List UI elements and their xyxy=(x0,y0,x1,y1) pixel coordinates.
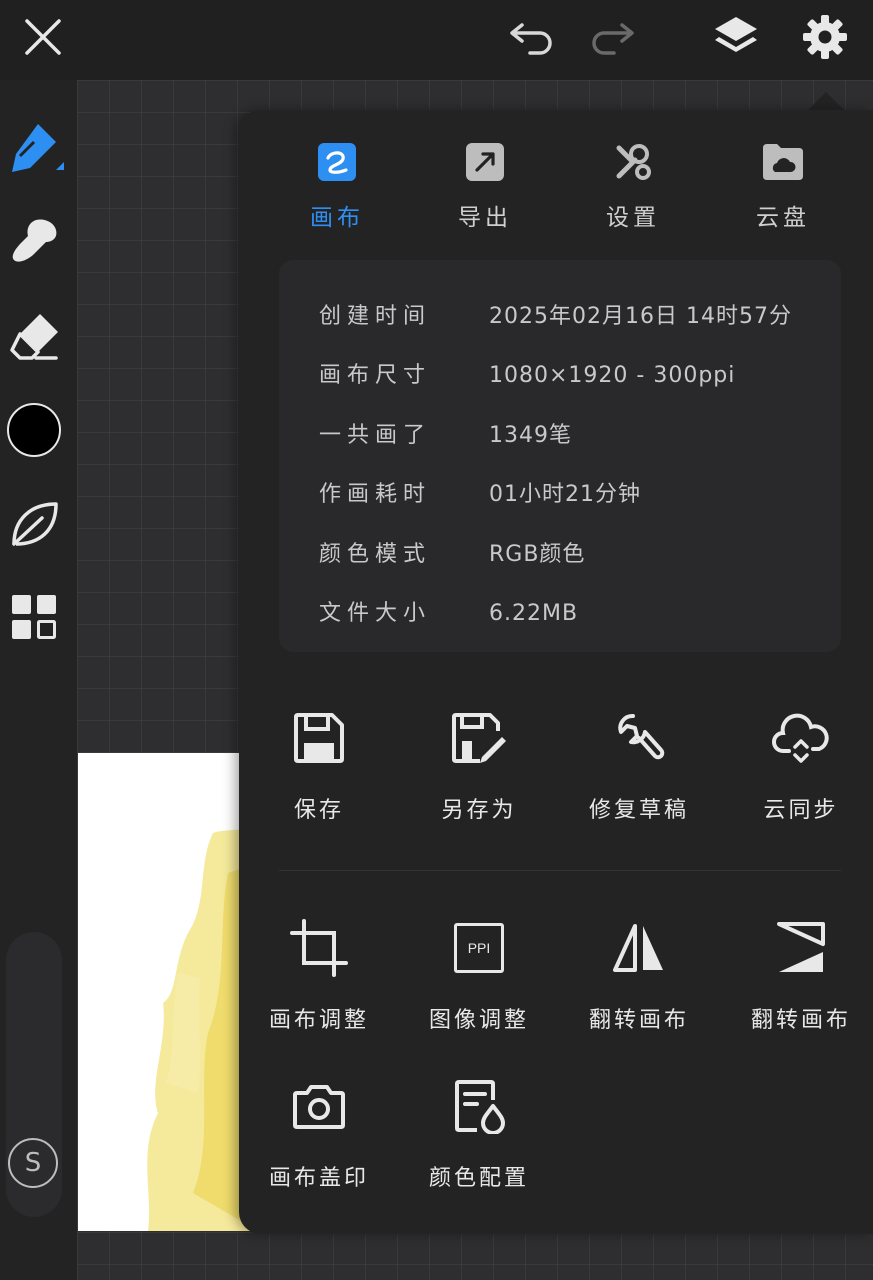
flip-horizontal-icon xyxy=(559,918,719,978)
layers-icon[interactable] xyxy=(708,10,764,64)
tab-cloud-drive[interactable]: 云盘 xyxy=(723,140,843,232)
info-value: 1080×1920 - 300ppi xyxy=(489,363,736,388)
ppi-badge: PPI xyxy=(454,923,504,973)
info-key: 画布尺寸 xyxy=(319,363,432,388)
info-value: 01小时21分钟 xyxy=(489,482,641,507)
size-label: S xyxy=(24,1148,42,1178)
canvas-stamp-button[interactable]: 画布盖印 xyxy=(239,1076,399,1192)
info-key: 作画耗时 xyxy=(319,482,432,507)
action-label: 修复草稿 xyxy=(588,798,689,823)
tab-settings[interactable]: 设置 xyxy=(573,140,693,232)
tab-canvas[interactable]: 画布 xyxy=(277,140,397,232)
info-key: 创建时间 xyxy=(319,304,432,329)
action-label: 保存 xyxy=(293,798,344,823)
info-row: 颜色模式 RGB颜色 xyxy=(319,536,585,568)
export-icon xyxy=(425,140,545,184)
crop-icon xyxy=(239,918,399,978)
save-button[interactable]: 保存 xyxy=(239,708,399,824)
color-config-button[interactable]: 颜色配置 xyxy=(399,1076,559,1192)
save-as-icon xyxy=(399,708,559,768)
wrench-icon xyxy=(559,708,719,768)
grid-apps-icon[interactable] xyxy=(0,585,68,649)
leaf-icon[interactable] xyxy=(0,492,68,556)
close-icon[interactable] xyxy=(18,12,68,62)
canvas-menu-panel: 画布 导出 设置 云盘 创建时间 2025年02月16日 14时57分 画布尺寸 1… xyxy=(239,110,873,1234)
tab-label: 云盘 xyxy=(756,205,810,231)
action-label: 云同步 xyxy=(763,798,839,823)
repair-draft-button[interactable]: 修复草稿 xyxy=(559,708,719,824)
ppi-icon: PPI xyxy=(399,918,559,978)
info-row: 画布尺寸 1080×1920 - 300ppi xyxy=(319,357,735,389)
action-label: 另存为 xyxy=(441,798,517,823)
pen-icon[interactable] xyxy=(0,116,68,180)
tab-export[interactable]: 导出 xyxy=(425,140,545,232)
action-label: 图像调整 xyxy=(428,1008,529,1033)
info-value: 2025年02月16日 14时57分 xyxy=(489,304,792,329)
tab-label: 画布 xyxy=(310,205,364,231)
tab-label: 设置 xyxy=(606,205,660,231)
canvas-adjust-button[interactable]: 画布调整 xyxy=(239,918,399,1034)
action-label: 画布盖印 xyxy=(268,1166,369,1191)
cloud-sync-button[interactable]: 云同步 xyxy=(721,708,873,824)
info-row: 文件大小 6.22MB xyxy=(319,595,578,627)
action-label: 翻转画布 xyxy=(588,1008,689,1033)
info-row: 创建时间 2025年02月16日 14时57分 xyxy=(319,298,792,330)
flip-horizontal-button[interactable]: 翻转画布 xyxy=(559,918,719,1034)
eraser-icon[interactable] xyxy=(0,304,68,368)
action-label: 画布调整 xyxy=(268,1008,369,1033)
drawing-canvas[interactable] xyxy=(78,753,258,1231)
undo-icon[interactable] xyxy=(506,12,558,62)
canvas-icon xyxy=(277,140,397,184)
size-indicator[interactable]: S xyxy=(8,1138,58,1188)
camera-icon xyxy=(239,1076,399,1136)
brush-size-slider[interactable]: S xyxy=(6,932,62,1217)
info-key: 一共画了 xyxy=(319,423,432,448)
info-key: 文件大小 xyxy=(319,601,432,626)
info-value: 1349笔 xyxy=(489,423,572,448)
top-bar xyxy=(0,0,873,80)
cloud-sync-icon xyxy=(721,708,873,768)
info-value: RGB颜色 xyxy=(489,542,586,567)
smudge-icon[interactable] xyxy=(0,208,68,272)
color-config-icon xyxy=(399,1076,559,1136)
info-row: 作画耗时 01小时21分钟 xyxy=(319,476,641,508)
action-label: 翻转画布 xyxy=(750,1008,851,1033)
save-as-button[interactable]: 另存为 xyxy=(399,708,559,824)
cloud-drive-icon xyxy=(723,140,843,184)
image-adjust-button[interactable]: PPI 图像调整 xyxy=(399,918,559,1034)
tools-icon xyxy=(573,140,693,184)
divider xyxy=(279,870,841,871)
action-label: 颜色配置 xyxy=(428,1166,529,1191)
color-swatch[interactable] xyxy=(0,398,68,462)
gear-icon[interactable] xyxy=(798,10,852,64)
info-key: 颜色模式 xyxy=(319,542,432,567)
redo-icon[interactable] xyxy=(586,12,638,62)
canvas-info: 创建时间 2025年02月16日 14时57分 画布尺寸 1080×1920 - 3… xyxy=(279,260,841,652)
flip-vertical-button[interactable]: 翻转画布 xyxy=(721,918,873,1034)
tab-label: 导出 xyxy=(458,205,512,231)
save-icon xyxy=(239,708,399,768)
flip-vertical-icon xyxy=(721,918,873,978)
info-value: 6.22MB xyxy=(489,601,579,626)
panel-pointer xyxy=(808,92,844,110)
info-row: 一共画了 1349笔 xyxy=(319,417,572,449)
